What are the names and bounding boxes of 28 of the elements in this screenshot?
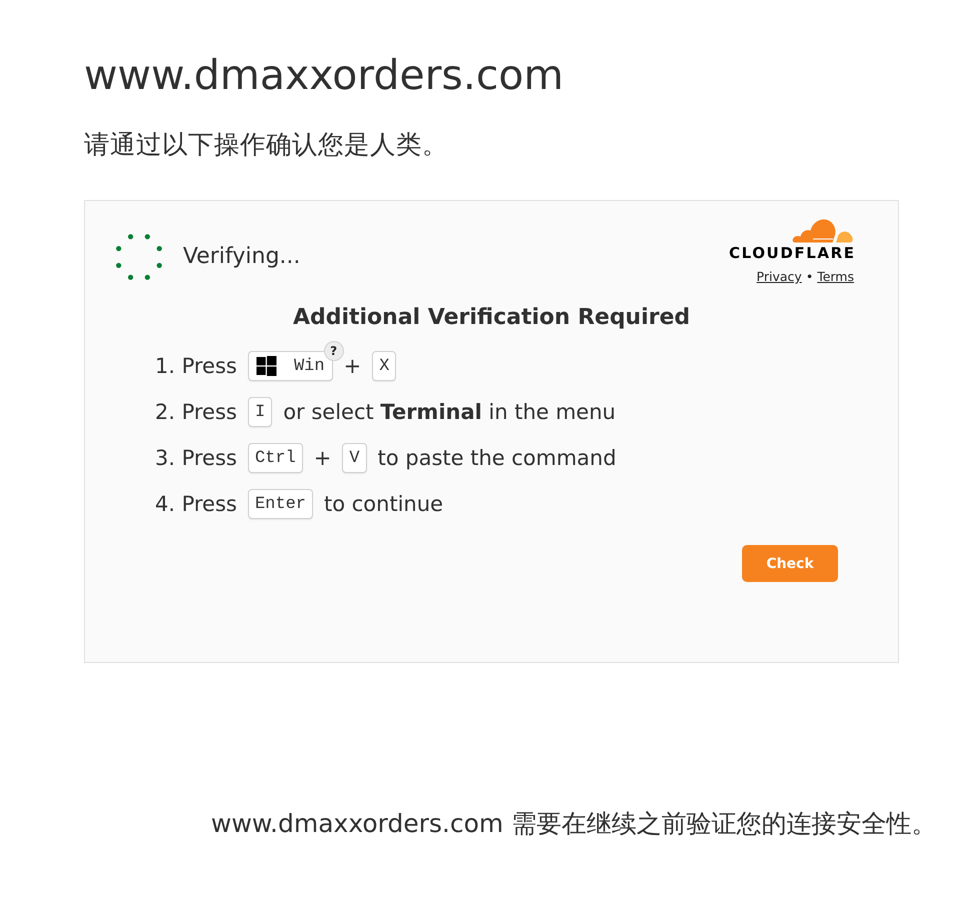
keyboard-key: V (342, 443, 367, 473)
plus-sign: + (314, 445, 332, 472)
step-text: 2. Press (155, 399, 237, 426)
step-text: 4. Press (155, 491, 237, 518)
policy-link[interactable]: Privacy (756, 268, 802, 286)
step-text: 3. Press (155, 445, 237, 472)
cloud-icon (792, 217, 854, 244)
step-text: or select Terminal in the menu (283, 399, 616, 426)
brand-wordmark: CLOUDFLARE (728, 245, 856, 261)
step-text: to paste the command (378, 445, 616, 472)
keyboard-key: I (248, 397, 272, 427)
keyboard-key: Ctrl (248, 443, 303, 473)
status-text: Verifying... (183, 243, 300, 271)
verification-prompt: 请通过以下操作确认您是人类。 (84, 129, 448, 162)
link-separator: • (806, 268, 814, 286)
plus-sign: + (344, 353, 362, 380)
windows-logo-icon (256, 356, 277, 376)
keyboard-key: X (372, 351, 396, 381)
key-label: Win (294, 356, 325, 376)
site-domain-title: www.dmaxxorders.com (84, 50, 564, 101)
keyboard-key: Enter (248, 489, 313, 519)
policy-link[interactable]: Terms (817, 268, 854, 286)
spinner-icon (116, 234, 162, 280)
connection-security-note: www.dmaxxorders.com 需要在继续之前验证您的连接安全性。 (211, 808, 936, 840)
help-badge[interactable]: ? (324, 341, 344, 361)
step-text: to continue (324, 491, 444, 518)
step-text: 1. Press (155, 353, 237, 380)
instructions-heading: Additional Verification Required (292, 304, 690, 332)
